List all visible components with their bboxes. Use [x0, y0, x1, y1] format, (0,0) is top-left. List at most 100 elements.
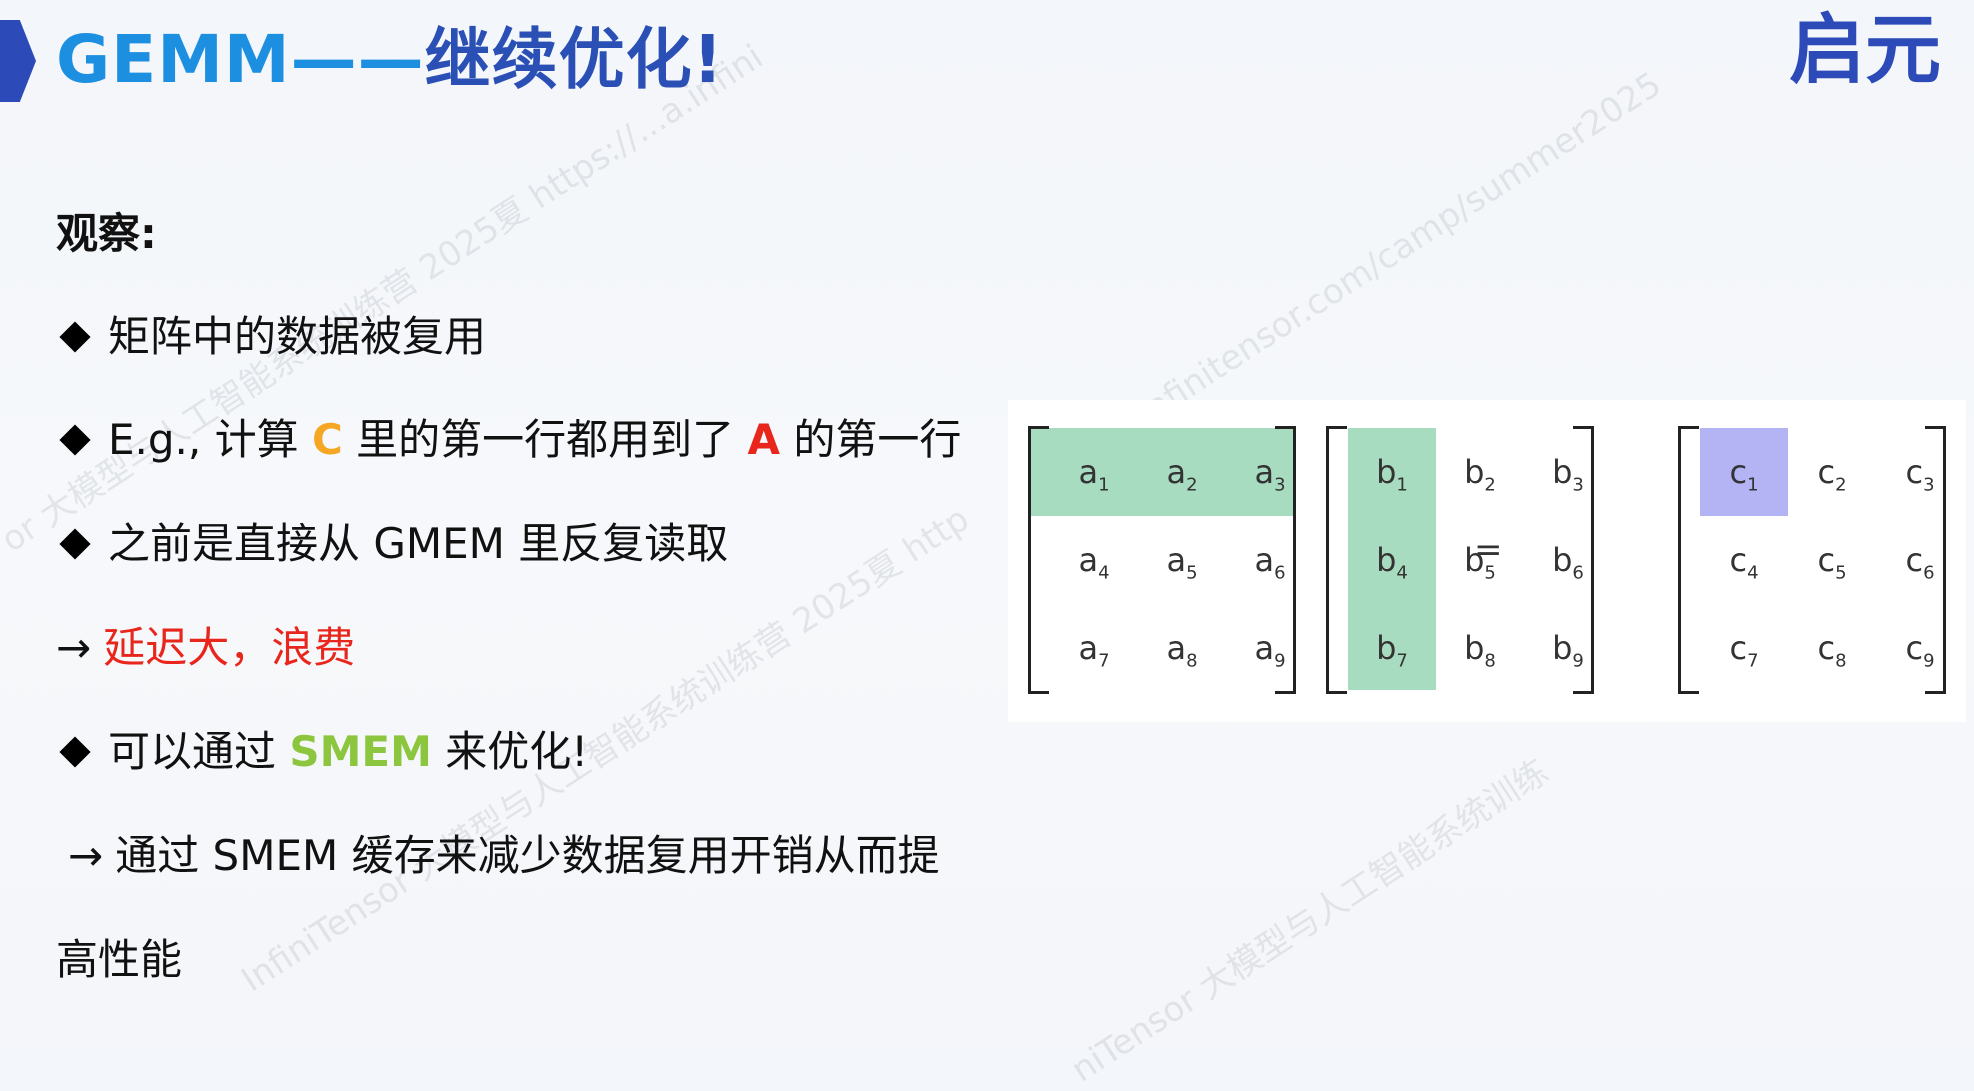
left-bracket [1028, 426, 1049, 694]
list-item-text: 延迟大，浪费 [103, 623, 356, 672]
cell-subscript: 8 [1484, 650, 1496, 672]
cell-subscript: 9 [1274, 650, 1286, 672]
diamond-bullet-icon [59, 735, 91, 768]
diamond-bullet-icon [59, 527, 91, 560]
list-item: 之前是直接从 GMEM 里反复读取 [56, 516, 728, 572]
list-item-text: 可以通过 [108, 727, 290, 776]
diamond-bullet-icon [59, 320, 91, 353]
cell-subscript: 6 [1923, 562, 1935, 584]
matrix-cell: c7 [1700, 604, 1788, 692]
matrix-cell: b1 [1348, 428, 1436, 516]
cell-base: b [1464, 629, 1485, 667]
watermark: or 大模型与人工智能系统训练营 2025夏 https://...a.infi… [0, 37, 771, 561]
observe-label: 观察: [56, 209, 157, 258]
matrix-cell: c6 [1876, 516, 1964, 604]
list-item-text: 之前是直接从 GMEM 里反复读取 [108, 519, 729, 568]
matrix-cell: b7 [1348, 604, 1436, 692]
matrix-cell: a8 [1138, 604, 1226, 692]
cell-subscript: 8 [1186, 650, 1198, 672]
page-title: GEMM——继续优化! [56, 14, 724, 106]
arrow-icon: → [68, 831, 104, 880]
matrix-cell: a2 [1138, 428, 1226, 516]
cell-subscript: 1 [1098, 474, 1110, 496]
logo-text: 启元 [1789, 5, 1941, 90]
list-item-text: 通过 SMEM 缓存来减少数据复用开销从而提 [115, 831, 940, 880]
matrix-cell: a5 [1138, 516, 1226, 604]
title-prefix: GEMM—— [56, 21, 425, 98]
cell-base: c [1729, 453, 1748, 491]
cell-base: c [1817, 453, 1836, 491]
cell-base: b [1376, 541, 1397, 579]
list-item-text: C [311, 415, 343, 464]
list-item-text: SMEM [289, 727, 432, 776]
list-item-text: 来优化! [431, 727, 589, 776]
cell-base: a [1166, 541, 1187, 579]
cell-subscript: 7 [1747, 650, 1759, 672]
equals-sign: = [1474, 530, 1503, 570]
cell-base: c [1905, 541, 1924, 579]
matrix-cell: b6 [1524, 516, 1612, 604]
cell-base: b [1552, 541, 1573, 579]
arrow-icon: → [56, 623, 92, 672]
cell-subscript: 7 [1098, 650, 1110, 672]
list-item: → 延迟大，浪费 [56, 620, 355, 676]
watermark: niTensor 大模型与人工智能系统训练 [1064, 751, 1556, 1091]
matrix-cell: a1 [1050, 428, 1138, 516]
cell-subscript: 9 [1923, 650, 1935, 672]
cell-subscript: 3 [1274, 474, 1286, 496]
cell-subscript: 8 [1835, 650, 1847, 672]
cell-subscript: 6 [1274, 562, 1286, 584]
list-item: 可以通过 SMEM 来优化! [56, 724, 588, 780]
cell-subscript: 1 [1747, 474, 1759, 496]
matrix-a: a1 a2 a3 a4 a5 a6 a7 a8 a9 [1028, 426, 1296, 694]
matrix-cell: b2 [1436, 428, 1524, 516]
list-item: 高性能 [56, 932, 182, 988]
cell-base: a [1078, 541, 1099, 579]
cell-subscript: 3 [1572, 474, 1584, 496]
cell-base: c [1729, 541, 1748, 579]
cell-base: a [1254, 453, 1275, 491]
matrix-cell: a9 [1226, 604, 1314, 692]
matrix-cell: b9 [1524, 604, 1612, 692]
matrix-cell: c2 [1788, 428, 1876, 516]
list-item-text: E.g., 计算 [108, 415, 312, 464]
cell-base: b [1464, 453, 1485, 491]
matrix-cell: b4 [1348, 516, 1436, 604]
list-item: 矩阵中的数据被复用 [56, 309, 486, 365]
title-suffix: 继续优化! [424, 21, 724, 98]
matrix-c: c1 c2 c3 c4 c5 c6 c7 c8 c9 [1678, 426, 1946, 694]
matrix-cell: b8 [1436, 604, 1524, 692]
cell-base: b [1376, 629, 1397, 667]
matrix-cell: c9 [1876, 604, 1964, 692]
list-item-text: A [747, 415, 780, 464]
matrix-cell: b3 [1524, 428, 1612, 516]
list-item: E.g., 计算 C 里的第一行都用到了 A 的第一行 [56, 412, 961, 468]
matrix-cell: a6 [1226, 516, 1314, 604]
cell-base: b [1376, 453, 1397, 491]
cell-base: a [1254, 541, 1275, 579]
matrix-cell: c5 [1788, 516, 1876, 604]
cell-base: a [1078, 453, 1099, 491]
cell-base: b [1552, 629, 1573, 667]
list-item: → 通过 SMEM 缓存来减少数据复用开销从而提 [68, 828, 940, 884]
left-bracket [1326, 426, 1347, 694]
watermark: infinitensor.com/camp/summer2025 [1130, 64, 1669, 434]
list-item-text: 矩阵中的数据被复用 [108, 312, 487, 361]
cell-subscript: 1 [1396, 474, 1408, 496]
cell-subscript: 3 [1923, 474, 1935, 496]
cell-subscript: 4 [1098, 562, 1110, 584]
matrix-b: b1 b2 b3 b4 b5 b6 b7 b8 b9 [1326, 426, 1594, 694]
matrix-cell: c3 [1876, 428, 1964, 516]
cell-subscript: 4 [1396, 562, 1408, 584]
matrix-cell: a4 [1050, 516, 1138, 604]
brand-logo: 启元 [1789, 5, 1941, 90]
cell-subscript: 6 [1572, 562, 1584, 584]
cell-base: a [1078, 629, 1099, 667]
cell-base: c [1905, 629, 1924, 667]
matrix-cell: a3 [1226, 428, 1314, 516]
cell-subscript: 5 [1186, 562, 1198, 584]
list-item-text: 里的第一行都用到了 [342, 415, 748, 464]
cell-subscript: 4 [1747, 562, 1759, 584]
cell-base: c [1817, 629, 1836, 667]
matrix-cell: a7 [1050, 604, 1138, 692]
